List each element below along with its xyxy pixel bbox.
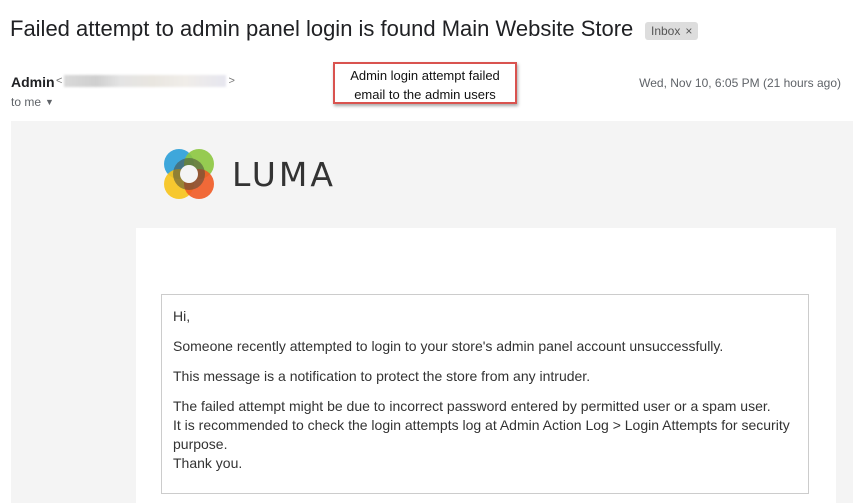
sender-email: < > [56,75,235,87]
recipient-label: to me [11,95,42,109]
brand-name: LUMA [232,154,336,194]
callout-line-2: email to the admin users [354,87,496,102]
caret-down-icon[interactable]: ▼ [45,97,54,107]
luma-logo: LUMA [161,146,336,202]
message-box: Hi, Someone recently attempted to login … [161,294,809,494]
message-line-2: This message is a notification to protec… [173,368,591,384]
sender-name[interactable]: Admin [11,74,55,90]
callout-line-1: Admin login attempt failed [350,68,500,83]
email-bracket-open: < [56,75,63,87]
inbox-label-badge[interactable]: Inbox × [645,22,699,40]
annotation-callout: Admin login attempt failed email to the … [333,62,517,104]
message-line-3: The failed attempt might be due to incor… [173,398,771,414]
remove-label-icon[interactable]: × [685,22,692,40]
email-date: Wed, Nov 10, 6:05 PM (21 hours ago) [639,76,841,90]
luma-logo-icon [164,149,214,199]
recipient-details[interactable]: to me ▼ [11,95,54,109]
redacted-email [64,75,227,87]
message-card: Hi, Someone recently attempted to login … [136,228,836,503]
message-line-1: Someone recently attempted to login to y… [173,338,724,354]
message-line-4: It is recommended to check the login att… [173,417,790,452]
label-text: Inbox [651,24,681,38]
email-bracket-close: > [228,75,235,87]
closing: Thank you. [173,455,243,471]
email-subject: Failed attempt to admin panel login is f… [10,16,634,41]
email-body: LUMA Hi, Someone recently attempted to l… [11,121,853,503]
greeting: Hi, [173,308,191,324]
